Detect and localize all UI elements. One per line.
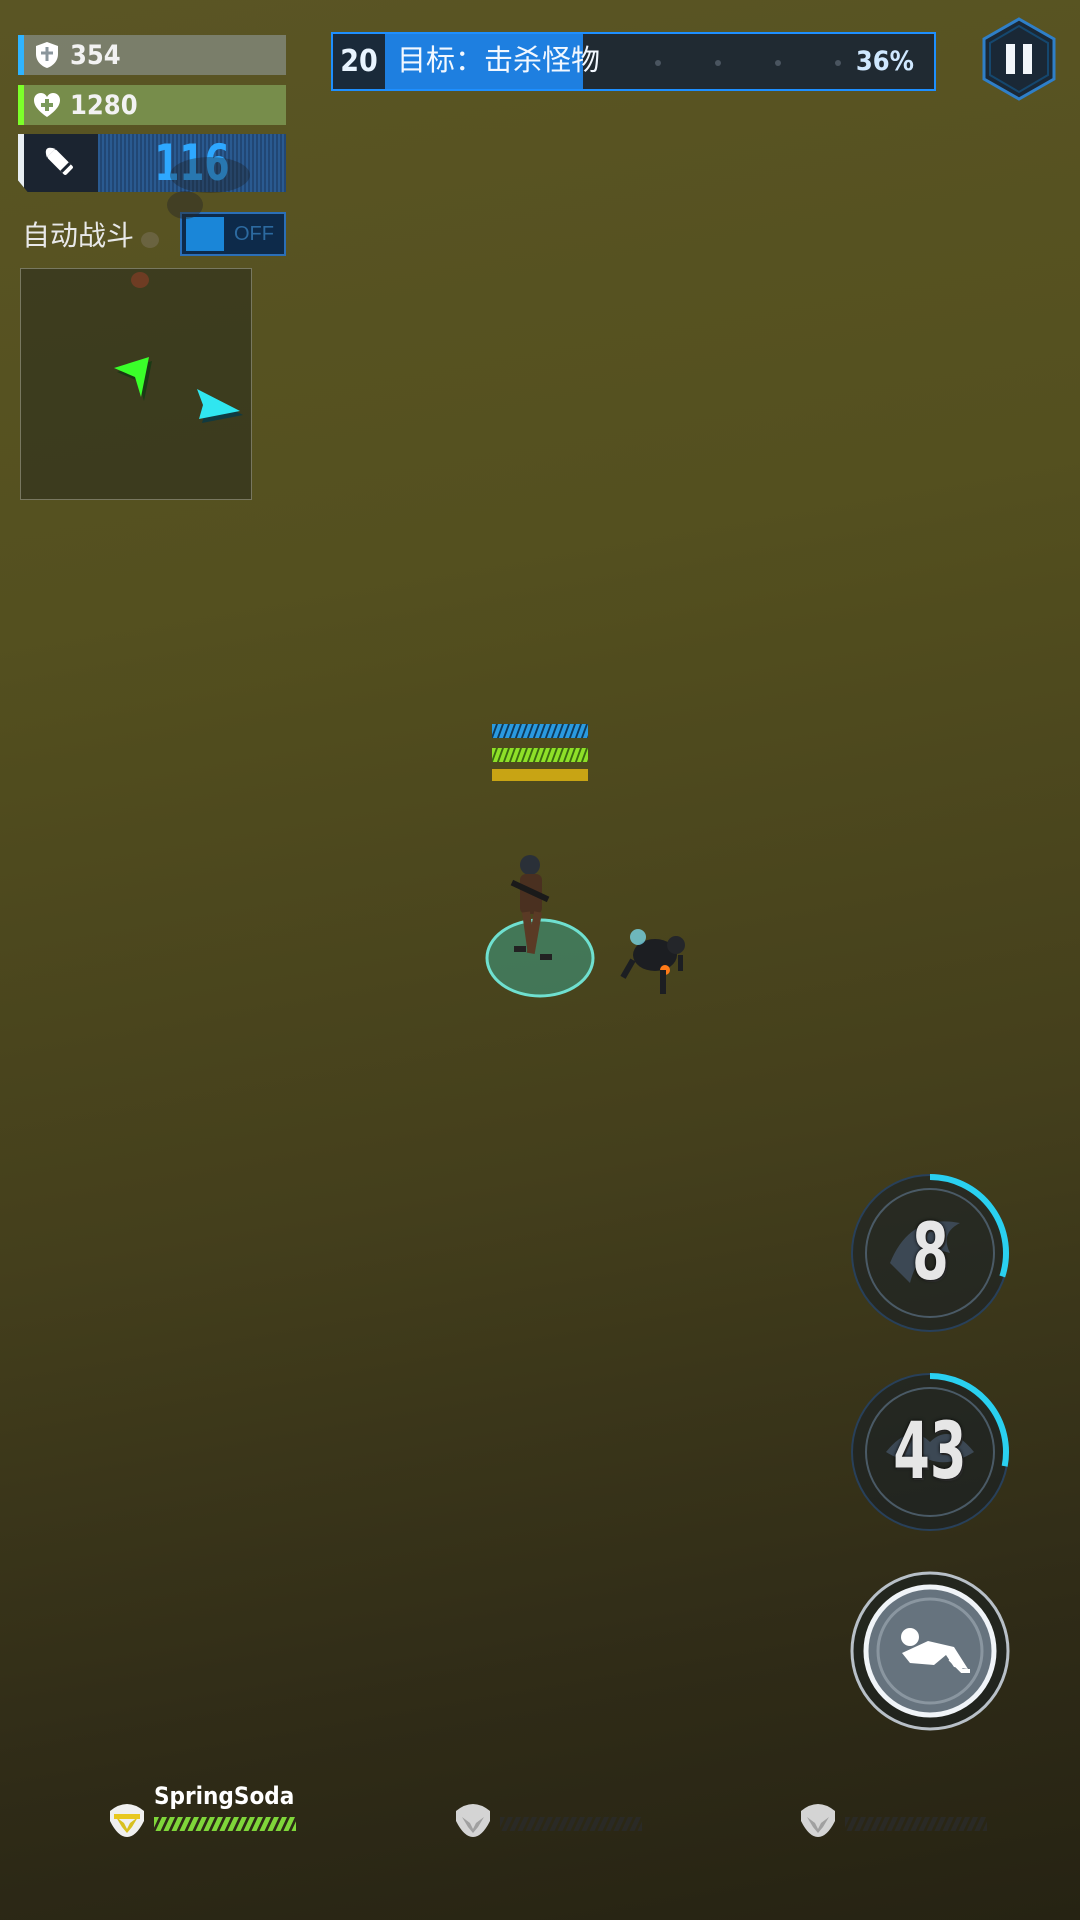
- unit-health-bar: [492, 748, 588, 762]
- minimap[interactable]: [20, 268, 252, 500]
- auto-battle-label: 自动战斗: [22, 220, 135, 251]
- armor-value: 354: [70, 39, 121, 71]
- bullet-icon: [18, 134, 98, 192]
- minimap-markers: [114, 357, 243, 423]
- mission-percent: 36%: [855, 46, 914, 77]
- enemy-creature: [620, 929, 685, 994]
- player-character: [485, 855, 595, 998]
- player-marker-icon: [114, 357, 152, 401]
- pause-button[interactable]: [980, 16, 1058, 102]
- teammate-health-bar: [500, 1817, 642, 1831]
- smoke-effect: [131, 157, 250, 288]
- helmet-icon: [456, 1804, 490, 1837]
- helmet-icon: [110, 1804, 144, 1837]
- skill-button-2[interactable]: 43: [850, 1372, 1010, 1532]
- mission-progress: 目标：击杀怪物 36%: [385, 34, 934, 89]
- skill-cooldown-text: 8: [911, 1208, 949, 1298]
- health-cross-icon: [24, 85, 70, 125]
- unit-energy-bar: [492, 769, 588, 781]
- health-bar: 1280: [18, 85, 286, 125]
- pause-icon: [982, 17, 1056, 101]
- armor-bar: 354: [18, 35, 286, 75]
- team-slot-2: [452, 1795, 652, 1845]
- health-value: 1280: [70, 89, 138, 121]
- team-slot-3: [797, 1795, 997, 1845]
- helmet-icon: [801, 1804, 835, 1837]
- progress-dot: [835, 60, 841, 66]
- unit-shield-bar: [492, 724, 588, 738]
- progress-dot: [715, 60, 721, 66]
- progress-dot: [775, 60, 781, 66]
- teammate-name: SpringSoda: [154, 1782, 295, 1810]
- shield-icon: [24, 35, 70, 75]
- mission-bar: 20 目标：击杀怪物 36%: [331, 32, 936, 91]
- enemy-marker-icon: [197, 389, 243, 423]
- dash-button[interactable]: [850, 1571, 1010, 1731]
- skill-cooldown: 43: [850, 1372, 1010, 1532]
- teammate-health-bar: [845, 1817, 987, 1831]
- dash-icon: [850, 1571, 1010, 1731]
- teammate-health-bar: [154, 1817, 296, 1831]
- skill-cooldown-text: 43: [893, 1407, 967, 1497]
- team-slot-1: SpringSoda: [106, 1782, 306, 1845]
- progress-dot: [655, 60, 661, 66]
- mission-objective: 目标：击杀怪物: [397, 45, 601, 77]
- skill-button-1[interactable]: 8: [850, 1173, 1010, 1333]
- skill-cooldown: 8: [850, 1173, 1010, 1333]
- wave-level: 20: [333, 34, 385, 89]
